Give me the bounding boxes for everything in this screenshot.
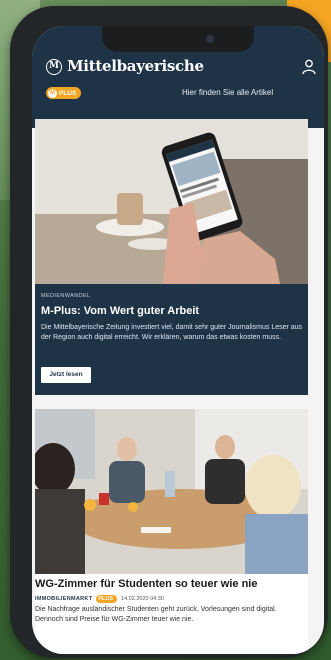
article-title[interactable]: M-Plus: Vom Wert guter Arbeit [41,305,199,317]
article-title[interactable]: WG-Zimmer für Studenten so teuer wie nie [35,578,257,590]
read-now-button[interactable]: Jetzt lesen [41,367,91,383]
article-date: 14.02.2020 04:30 [121,596,164,602]
students-at-table-image [35,409,308,574]
user-icon[interactable] [302,59,316,75]
article-kicker: IMMOBILIENMARKT [35,596,93,602]
article-card-featured[interactable]: MEDIENWANDEL M-Plus: Vom Wert guter Arbe… [35,119,308,395]
article-image [35,119,308,284]
plus-badge: PLUS [96,595,118,603]
article-teaser: Die Nachfrage ausländischer Studenten ge… [35,606,277,623]
phone-notch [102,26,254,52]
phone-in-hand-image [35,119,308,284]
article-kicker: MEDIENWANDEL [41,293,91,299]
article-meta: IMMOBILIENMARKT PLUS 14.02.2020 04:30 [35,595,164,603]
plus-logo-icon: M [48,88,57,98]
phone-screen: M Mittelbayerische M PLUS Hier finden Si… [32,26,324,654]
article-teaser: Die Mittelbayerische Zeitung investiert … [41,324,303,341]
phone-frame: M Mittelbayerische M PLUS Hier finden Si… [10,6,328,658]
plus-label: PLUS [59,89,77,97]
mittelbayerische-logo-icon[interactable]: M [46,59,62,75]
plus-badge[interactable]: M PLUS [46,87,82,99]
promo-link[interactable]: Hier finden Sie alle Artikel [182,88,273,97]
article-image [35,409,308,574]
camera-icon [206,35,214,43]
article-card[interactable]: WG-Zimmer für Studenten so teuer wie nie… [35,409,308,654]
site-brand[interactable]: Mittelbayerische [67,57,204,75]
